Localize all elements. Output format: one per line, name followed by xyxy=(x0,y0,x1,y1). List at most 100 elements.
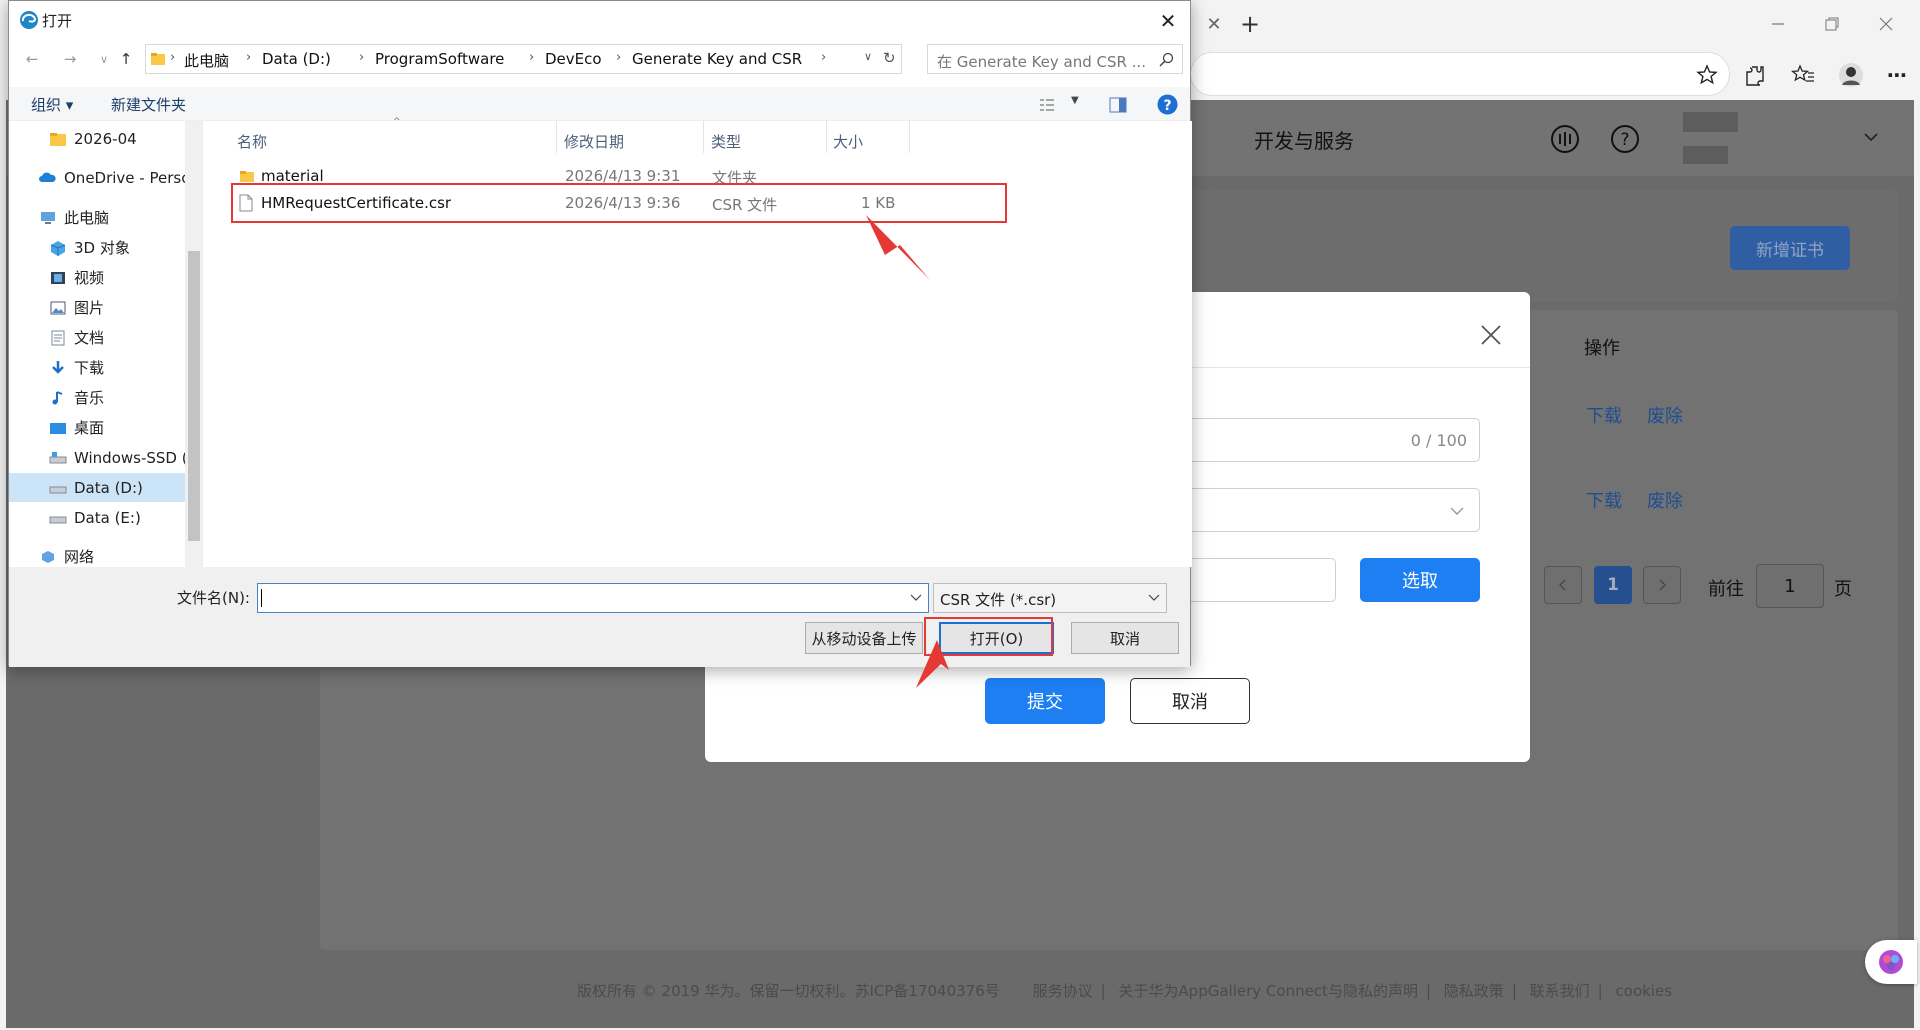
minimize-icon[interactable] xyxy=(1766,12,1790,36)
close-icon[interactable]: ✕ xyxy=(1156,9,1180,33)
nav-item-2026-04[interactable]: 2026-04 xyxy=(9,124,185,153)
breadcrumb-item[interactable]: DevEco xyxy=(545,50,602,68)
nav-item-pictures[interactable]: 图片 xyxy=(9,293,185,322)
organize-menu[interactable]: 组织 ▾ xyxy=(31,94,73,115)
scrollbar-thumb[interactable] xyxy=(188,251,200,541)
goto-label: 前往 xyxy=(1708,579,1744,600)
new-certificate-button[interactable]: 新增证书 xyxy=(1730,226,1850,270)
svg-text:?: ? xyxy=(1163,98,1171,114)
network-icon xyxy=(42,550,54,563)
page-suffix: 页 xyxy=(1834,579,1852,600)
nav-item-desktop[interactable]: 桌面 xyxy=(9,413,185,442)
extensions-icon[interactable] xyxy=(1742,62,1768,88)
column-header-type[interactable]: 类型 xyxy=(711,131,741,152)
nav-item-videos[interactable]: 视频 xyxy=(9,263,185,292)
drive-icon xyxy=(49,516,67,523)
revoke-link[interactable]: 废除 xyxy=(1647,402,1683,428)
cancel-button[interactable]: 取消 xyxy=(1130,678,1250,724)
favorites-icon[interactable] xyxy=(1790,62,1816,88)
user-id-blur xyxy=(1683,146,1728,164)
new-tab-icon[interactable]: + xyxy=(1238,10,1262,38)
footer-link[interactable]: cookies xyxy=(1616,982,1673,1000)
nav-scrollbar[interactable] xyxy=(185,121,203,567)
chevron-down-icon[interactable] xyxy=(1862,128,1880,146)
breadcrumb-item[interactable]: Data (D:) xyxy=(262,50,331,68)
download-icon xyxy=(52,360,64,374)
chevron-down-icon[interactable]: ∨ xyxy=(864,50,872,63)
more-menu-icon[interactable]: ⋯ xyxy=(1884,62,1910,88)
close-window-icon[interactable] xyxy=(1874,12,1898,36)
dialog-titlebar: 打开 ✕ xyxy=(9,1,1190,39)
column-header-name[interactable]: 名称 xyxy=(237,131,267,152)
nav-item-windows-ssd[interactable]: Windows-SSD ( xyxy=(9,443,185,472)
mobile-upload-button[interactable]: 从移动设备上传 xyxy=(805,622,923,654)
column-divider[interactable] xyxy=(909,121,910,153)
nav-item-this-pc[interactable]: 此电脑 xyxy=(9,203,185,232)
help-icon[interactable]: ? xyxy=(1610,124,1640,154)
profile-avatar[interactable] xyxy=(1838,62,1864,88)
char-counter: 0 / 100 xyxy=(1410,431,1467,450)
favorite-star-icon[interactable] xyxy=(1694,62,1720,88)
nav-item-data-e[interactable]: Data (E:) xyxy=(9,503,185,532)
breadcrumb-item[interactable]: 此电脑 xyxy=(184,50,229,71)
footer-link[interactable]: 联系我们 xyxy=(1530,982,1590,1000)
footer-link[interactable]: 隐私政策 xyxy=(1444,982,1504,1000)
svg-text:?: ? xyxy=(1620,130,1629,150)
prev-page-button[interactable] xyxy=(1544,566,1582,604)
goto-page-input[interactable]: 1 xyxy=(1756,564,1824,608)
dialog-title: 打开 xyxy=(42,12,73,30)
close-icon[interactable] xyxy=(1476,320,1506,350)
download-link[interactable]: 下载 xyxy=(1586,487,1622,513)
chevron-down-icon xyxy=(910,594,922,601)
search-input[interactable]: 在 Generate Key and CSR ... xyxy=(927,44,1183,74)
cancel-button[interactable]: 取消 xyxy=(1071,622,1179,654)
view-options-icon[interactable] xyxy=(1039,98,1055,112)
chevron-down-icon xyxy=(1148,594,1160,601)
text-caret xyxy=(261,589,262,607)
select-file-button[interactable]: 选取 xyxy=(1360,558,1480,602)
back-arrow-icon[interactable]: ← xyxy=(21,48,43,70)
nav-item-music[interactable]: 音乐 xyxy=(9,383,185,412)
download-link[interactable]: 下载 xyxy=(1586,402,1622,428)
breadcrumb-item[interactable]: Generate Key and CSR xyxy=(632,50,802,68)
chevron-down-icon[interactable]: ▼ xyxy=(1071,95,1079,106)
desktop-icon xyxy=(50,422,66,434)
footer-link[interactable]: 关于华为AppGallery Connect与隐私的声明 xyxy=(1118,982,1418,1000)
address-bar[interactable] xyxy=(1190,52,1730,96)
nav-item-data-d[interactable]: Data (D:) xyxy=(9,473,185,502)
column-header-size[interactable]: 大小 xyxy=(833,131,863,152)
nav-item-onedrive[interactable]: OneDrive - Persc xyxy=(9,163,185,192)
next-page-button[interactable] xyxy=(1643,566,1681,604)
revoke-link[interactable]: 废除 xyxy=(1647,487,1683,513)
user-name-blur xyxy=(1683,112,1738,132)
site-nav-dev-services[interactable]: 开发与服务 xyxy=(1254,125,1354,154)
nav-item-downloads[interactable]: 下载 xyxy=(9,353,185,382)
tab-strip: ✕ + xyxy=(1190,0,1920,50)
nav-item-documents[interactable]: 文档 xyxy=(9,323,185,352)
column-divider[interactable] xyxy=(703,121,704,153)
help-icon[interactable]: ? xyxy=(1157,94,1178,115)
filename-input[interactable] xyxy=(257,583,929,613)
column-header-date[interactable]: 修改日期 xyxy=(564,131,624,152)
column-divider[interactable] xyxy=(826,121,827,153)
assistant-icon[interactable] xyxy=(1865,940,1917,984)
footer-link[interactable]: 服务协议 xyxy=(1033,982,1093,1000)
feedback-icon[interactable] xyxy=(1550,124,1580,154)
preview-pane-icon[interactable] xyxy=(1109,97,1127,113)
path-breadcrumb[interactable]: › 此电脑 › Data (D:) › ProgramSoftware › De… xyxy=(145,44,902,74)
refresh-icon[interactable]: ↻ xyxy=(883,49,896,67)
nav-item-3d-objects[interactable]: 3D 对象 xyxy=(9,233,185,262)
recent-locations-icon[interactable]: ∨ xyxy=(93,48,115,70)
up-arrow-icon[interactable]: ↑ xyxy=(115,48,137,70)
site-footer: 版权所有 © 2019 华为。保留一切权利。苏ICP备17040376号 服务协… xyxy=(577,982,1673,1000)
forward-arrow-icon[interactable]: → xyxy=(59,48,81,70)
breadcrumb-item[interactable]: ProgramSoftware xyxy=(375,50,504,68)
submit-button[interactable]: 提交 xyxy=(985,678,1105,724)
new-folder-button[interactable]: 新建文件夹 xyxy=(111,94,186,115)
restore-icon[interactable] xyxy=(1820,12,1844,36)
filetype-select[interactable]: CSR 文件 (*.csr) xyxy=(933,583,1167,613)
current-page-button[interactable]: 1 xyxy=(1594,566,1632,604)
close-tab-icon[interactable]: ✕ xyxy=(1202,12,1226,36)
open-file-dialog: 打开 ✕ ← → ∨ ↑ › 此电脑 › Data (D:) › Program… xyxy=(8,0,1192,667)
column-divider[interactable] xyxy=(556,121,557,153)
